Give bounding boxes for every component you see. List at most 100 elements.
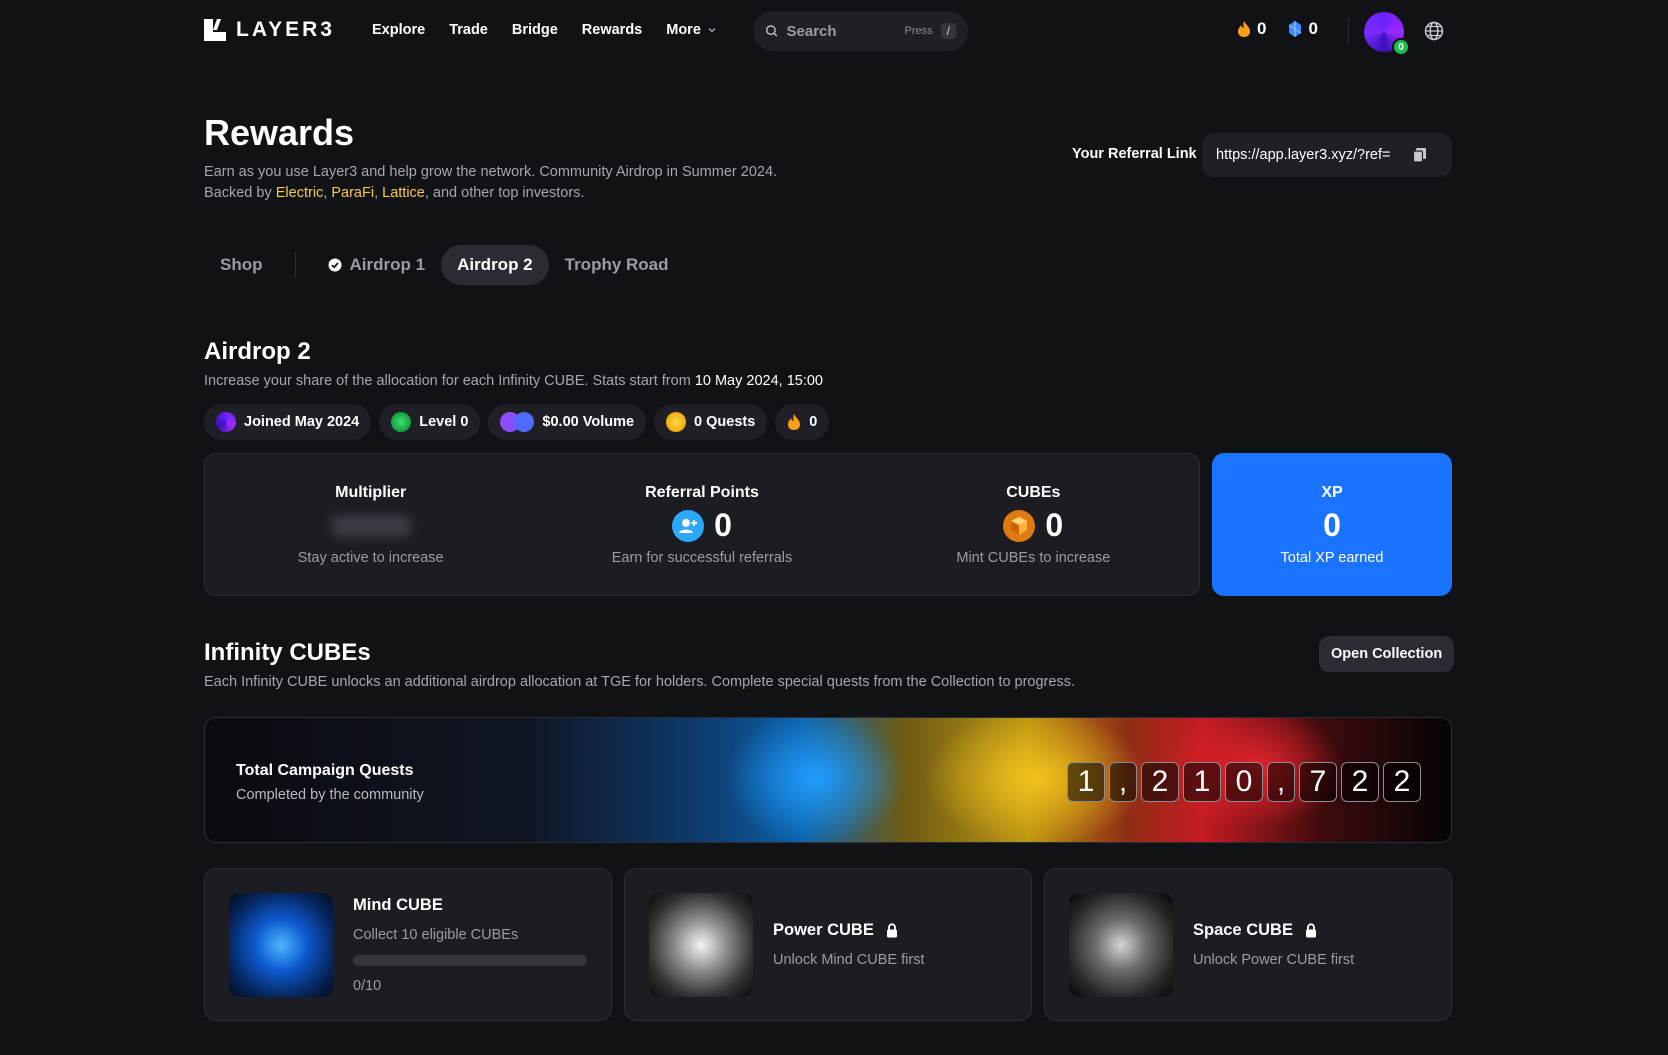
page-subtitle-end: , and other top investors. (424, 185, 585, 201)
infinity-cubes-title: Infinity CUBEs (204, 639, 371, 666)
mind-cube-desc: Collect 10 eligible CUBEs (353, 926, 519, 943)
logo[interactable]: LAYER3 (204, 18, 335, 42)
cube-cards: Mind CUBE Collect 10 eligible CUBEs 0/10… (204, 868, 1452, 1021)
flame-icon (1238, 21, 1250, 37)
tab-shop[interactable]: Shop (204, 245, 279, 285)
xp-card: XP 0 Total XP earned (1212, 453, 1452, 596)
campaign-quests-banner: Total Campaign Quests Completed by the c… (204, 717, 1452, 843)
power-cube-image (649, 892, 753, 997)
tab-shop-label: Shop (220, 255, 263, 274)
airdrop-2-subtitle: Increase your share of the allocation fo… (204, 373, 823, 389)
tab-airdrop-2-label: Airdrop 2 (457, 255, 533, 274)
open-collection-button[interactable]: Open Collection (1319, 636, 1455, 672)
banner-title: Total Campaign Quests (236, 762, 414, 779)
joined-label: Joined May 2024 (244, 414, 360, 430)
counter-digit: 2 (1341, 762, 1379, 802)
stats-start-date: 10 May 2024, 15:00 (694, 373, 823, 389)
search-input[interactable] (786, 22, 897, 40)
lock-icon (1305, 923, 1316, 938)
quest-bolt-icon (666, 412, 687, 432)
counter-digit: 2 (1383, 762, 1421, 802)
mind-cube-image (229, 892, 333, 997)
referral-points-desc: Earn for successful referrals (611, 549, 793, 566)
tab-airdrop-1[interactable]: Airdrop 1 (312, 245, 442, 285)
mind-cube-progress-bar (353, 954, 587, 966)
cubes-row: 0 (1003, 506, 1063, 546)
tab-trophy-road[interactable]: Trophy Road (549, 245, 685, 285)
page-title: Rewards (204, 112, 355, 153)
quests-label: 0 Quests (694, 414, 756, 430)
gem-counter[interactable]: 0 (1288, 19, 1318, 39)
volume-icons (500, 412, 535, 432)
user-stat-chips: Joined May 2024 Level 0 $0.00 Volume 0 Q… (204, 404, 830, 440)
referral-points-title: Referral Points (645, 483, 759, 501)
main-nav: Explore Trade Bridge Rewards More (372, 22, 717, 38)
power-cube-title: Power CUBE (773, 921, 874, 939)
quest-counter: 1 , 2 1 0 , 7 2 2 (1067, 762, 1421, 802)
nav-bridge[interactable]: Bridge (512, 22, 558, 38)
nav-more[interactable]: More (666, 22, 717, 38)
multiplier-desc: Stay active to increase (297, 549, 444, 566)
banner-desc: Completed by the community (236, 787, 424, 803)
mind-cube-card[interactable]: Mind CUBE Collect 10 eligible CUBEs 0/10 (204, 868, 612, 1021)
language-button[interactable] (1424, 21, 1444, 46)
multiplier-stat: Multiplier Stay active to increase (205, 454, 536, 595)
investor-link-lattice[interactable]: Lattice (382, 185, 425, 201)
copy-icon[interactable] (1412, 147, 1428, 163)
rewards-tabs: Shop Airdrop 1 Airdrop 2 Trophy Road (204, 245, 685, 285)
volume-label: $0.00 Volume (542, 414, 635, 430)
level-label: Level 0 (419, 414, 469, 430)
avatar-level-badge: 0 (1392, 38, 1410, 56)
avatar-mini-icon (216, 412, 236, 432)
space-cube-image (1069, 892, 1173, 997)
streak-count: 0 (809, 414, 818, 430)
mind-cube-progress-label: 0/10 (353, 977, 382, 994)
layer3-logo-icon (204, 19, 226, 41)
airdrop-2-subtitle-text: Increase your share of the allocation fo… (204, 373, 695, 389)
chevron-down-icon (708, 27, 716, 33)
xp-value: 0 (1323, 507, 1341, 543)
quests-chip: 0 Quests (654, 404, 768, 440)
referral-link-box (1202, 133, 1452, 177)
infinity-cubes-subtitle: Each Infinity CUBE unlocks an additional… (204, 674, 1075, 690)
streak-chip: 0 (775, 404, 830, 440)
space-cube-info: Space CUBE Unlock Power CUBE first (1193, 921, 1354, 968)
nav-rewards[interactable]: Rewards (582, 22, 642, 38)
level-icon (391, 412, 412, 432)
bridge-icon (514, 412, 535, 432)
joined-chip: Joined May 2024 (204, 404, 372, 440)
tab-divider (294, 252, 296, 278)
nav-trade[interactable]: Trade (449, 22, 488, 38)
check-circle-icon (328, 258, 341, 272)
mind-cube-title: Mind CUBE (353, 895, 443, 914)
level-chip: Level 0 (379, 404, 481, 440)
stats-panel: Multiplier Stay active to increase Refer… (204, 453, 1200, 596)
power-cube-info: Power CUBE Unlock Mind CUBE first (773, 921, 924, 968)
investor-link-parafi[interactable]: ParaFi (331, 185, 374, 201)
power-cube-desc: Unlock Mind CUBE first (773, 952, 925, 968)
nav-explore[interactable]: Explore (372, 22, 425, 38)
space-cube-desc: Unlock Power CUBE first (1193, 952, 1355, 968)
xp-desc: Total XP earned (1280, 549, 1384, 566)
search-icon (766, 25, 778, 37)
volume-chip: $0.00 Volume (488, 404, 647, 440)
referral-link-field[interactable] (1216, 147, 1402, 163)
blurred-value (330, 514, 411, 537)
power-cube-card[interactable]: Power CUBE Unlock Mind CUBE first (624, 868, 1032, 1021)
flame-count: 0 (1257, 19, 1267, 38)
space-cube-card[interactable]: Space CUBE Unlock Power CUBE first (1044, 868, 1452, 1021)
search-shortcut-key: / (940, 23, 956, 39)
tab-airdrop-2[interactable]: Airdrop 2 (441, 245, 549, 285)
referral-link-label: Your Referral Link (1072, 146, 1197, 162)
flame-counter[interactable]: 0 (1237, 19, 1266, 39)
lock-icon (886, 923, 897, 938)
counter-digit: 7 (1299, 762, 1337, 802)
gem-icon (1289, 21, 1302, 37)
header-counters: 0 0 (1237, 19, 1318, 39)
search-bar[interactable]: Press / (753, 11, 968, 51)
space-cube-heading: Space CUBE (1193, 921, 1354, 940)
referral-points-stat: Referral Points 0 Earn for successful re… (536, 454, 867, 595)
brand-name: LAYER3 (236, 18, 335, 41)
avatar[interactable]: 0 (1364, 12, 1410, 56)
investor-link-electric[interactable]: Electric (276, 185, 324, 201)
